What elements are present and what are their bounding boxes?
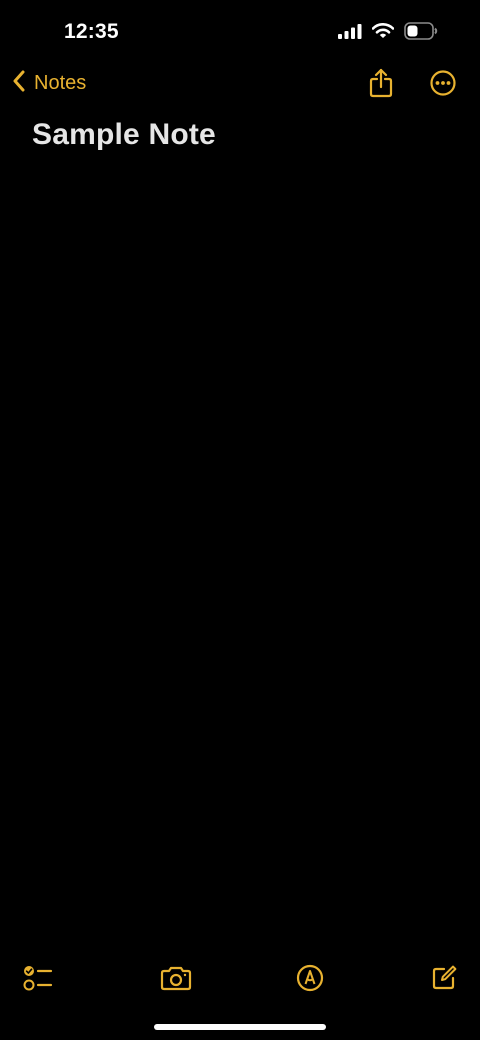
- compose-button[interactable]: [426, 962, 462, 998]
- bottom-toolbar: [0, 958, 480, 998]
- back-button[interactable]: Notes: [12, 70, 86, 97]
- status-icons: [338, 22, 438, 45]
- more-options-button[interactable]: [426, 68, 460, 102]
- status-time: 12:35: [64, 20, 119, 43]
- wifi-icon: [371, 23, 395, 44]
- checklist-icon: [23, 964, 53, 997]
- home-indicator[interactable]: [154, 1024, 326, 1030]
- share-icon: [368, 68, 394, 103]
- camera-button[interactable]: [158, 962, 194, 998]
- back-label: Notes: [34, 72, 87, 94]
- cellular-signal-icon: [338, 23, 362, 44]
- checklist-button[interactable]: [20, 962, 56, 998]
- camera-icon: [160, 965, 192, 996]
- battery-icon: [404, 22, 438, 45]
- nav-bar: Notes: [0, 62, 480, 108]
- more-options-icon: [429, 69, 457, 102]
- note-title[interactable]: Sample Note: [32, 118, 216, 152]
- share-button[interactable]: [364, 68, 398, 102]
- status-bar: 12:35: [0, 0, 480, 64]
- note-body[interactable]: [0, 170, 480, 930]
- markup-icon: [296, 964, 324, 997]
- chevron-left-icon: [12, 70, 26, 97]
- compose-icon: [430, 964, 458, 997]
- markup-button[interactable]: [292, 962, 328, 998]
